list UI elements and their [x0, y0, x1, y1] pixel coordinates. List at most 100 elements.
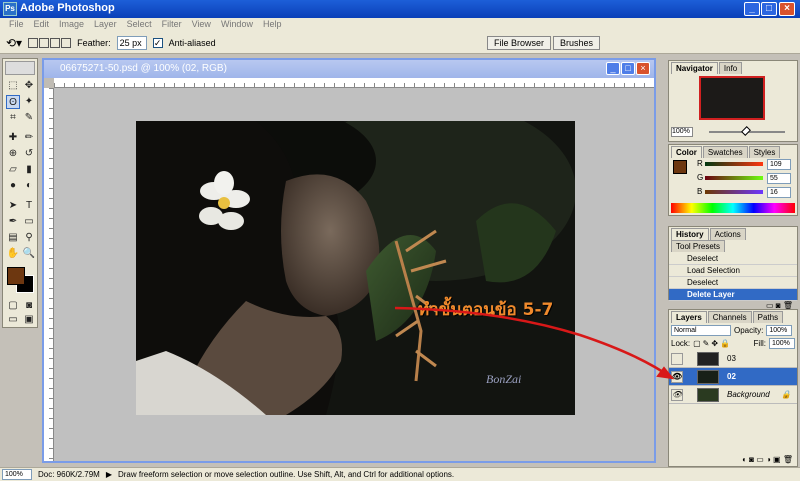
- tab-tool-presets[interactable]: Tool Presets: [671, 240, 726, 252]
- healing-brush-icon[interactable]: ✚: [6, 131, 20, 145]
- history-item[interactable]: Deselect: [669, 277, 797, 289]
- menu-select[interactable]: Select: [122, 18, 157, 32]
- green-value[interactable]: 55: [767, 173, 791, 184]
- eye-icon[interactable]: 👁: [671, 371, 683, 383]
- navigator-preview[interactable]: [699, 76, 765, 120]
- doc-maximize-button[interactable]: □: [621, 62, 635, 75]
- tab-swatches[interactable]: Swatches: [702, 146, 748, 158]
- status-doc-size[interactable]: Doc: 960K/2.79M: [38, 470, 100, 479]
- feather-input[interactable]: 25 px: [116, 35, 147, 50]
- gradient-tool-icon[interactable]: ▮: [22, 163, 36, 177]
- close-button[interactable]: ×: [779, 2, 795, 16]
- layer-row[interactable]: 03: [669, 350, 797, 368]
- screen-mode-icon[interactable]: ▭: [6, 313, 20, 327]
- jump-to-imageready-icon[interactable]: ▣: [22, 313, 36, 327]
- brush-tool-icon[interactable]: ✏: [22, 131, 36, 145]
- selection-mode-icons[interactable]: [28, 37, 72, 48]
- navigator-panel: Navigator Info 100%: [668, 60, 798, 142]
- tab-actions[interactable]: Actions: [709, 228, 746, 240]
- antialias-checkbox[interactable]: ✓: [152, 37, 163, 48]
- move-tool-icon[interactable]: ✥: [22, 79, 36, 93]
- dodge-tool-icon[interactable]: ◐: [22, 179, 36, 193]
- tab-color[interactable]: Color: [671, 146, 702, 158]
- tab-layers[interactable]: Layers: [671, 311, 707, 323]
- history-brush-icon[interactable]: ↺: [22, 147, 36, 161]
- blue-slider[interactable]: [705, 190, 763, 194]
- navigator-slider-thumb[interactable]: [741, 126, 751, 136]
- lock-icon: 🔒: [781, 390, 791, 399]
- layer-row[interactable]: 👁 Background 🔒: [669, 386, 797, 404]
- hand-tool-icon[interactable]: ✋: [6, 247, 20, 261]
- foreground-color-swatch[interactable]: [7, 267, 25, 285]
- eyedropper-tool-icon[interactable]: ⚲: [22, 231, 36, 245]
- document-title: 06675271-50.psd @ 100% (02, RGB): [60, 63, 227, 74]
- quick-mask-icon[interactable]: ◙: [22, 299, 36, 313]
- magic-wand-tool-icon[interactable]: ✦: [22, 95, 36, 109]
- menu-edit[interactable]: Edit: [29, 18, 55, 32]
- tab-info[interactable]: Info: [718, 62, 743, 74]
- clone-stamp-icon[interactable]: ⊕: [6, 147, 20, 161]
- toolbox: ⬚ ✥ ʘ ✦ ⌗ ✎ ✚ ✏ ⊕ ↺ ▱ ▮ ● ◐ ➤ T ✒ ▭ ▤ ⚲ …: [2, 58, 38, 328]
- shape-tool-icon[interactable]: ▭: [22, 215, 36, 229]
- eraser-tool-icon[interactable]: ▱: [6, 163, 20, 177]
- color-fg-swatch[interactable]: [673, 160, 687, 174]
- type-tool-icon[interactable]: T: [22, 199, 36, 213]
- history-item[interactable]: Deselect: [669, 253, 797, 265]
- brushes-tab[interactable]: Brushes: [552, 35, 600, 50]
- pen-tool-icon[interactable]: ✒: [6, 215, 20, 229]
- watermark-text: BonZai: [486, 372, 521, 386]
- minimize-button[interactable]: _: [744, 2, 760, 16]
- lasso-tool-preset-icon[interactable]: ⟲▾: [6, 36, 22, 50]
- tab-navigator[interactable]: Navigator: [671, 62, 718, 74]
- horizontal-ruler[interactable]: [54, 78, 654, 88]
- lasso-tool-icon[interactable]: ʘ: [6, 95, 20, 109]
- zoom-tool-icon[interactable]: 🔍: [22, 247, 36, 261]
- layer-visibility-toggle[interactable]: [671, 353, 683, 365]
- fill-input[interactable]: 100%: [769, 338, 795, 349]
- eye-icon[interactable]: 👁: [671, 389, 683, 401]
- red-slider[interactable]: [705, 162, 763, 166]
- layers-footer-icons[interactable]: ◐ ◙ ▭ ◑ ▣ 🗑: [669, 455, 797, 464]
- color-ramp[interactable]: [671, 203, 795, 213]
- green-slider[interactable]: [705, 176, 763, 180]
- history-item-selected[interactable]: Delete Layer: [669, 289, 797, 301]
- layer-row-selected[interactable]: 👁 02: [669, 368, 797, 386]
- history-item[interactable]: Load Selection: [669, 265, 797, 277]
- menu-image[interactable]: Image: [54, 18, 89, 32]
- menu-help[interactable]: Help: [258, 18, 287, 32]
- menu-file[interactable]: File: [4, 18, 29, 32]
- menu-view[interactable]: View: [187, 18, 216, 32]
- blend-mode-select[interactable]: Normal: [671, 325, 731, 336]
- doc-close-button[interactable]: ×: [636, 62, 650, 75]
- tab-paths[interactable]: Paths: [752, 311, 784, 323]
- file-browser-tab[interactable]: File Browser: [486, 35, 551, 50]
- antialias-label: Anti-aliased: [168, 37, 216, 48]
- crop-tool-icon[interactable]: ⌗: [6, 111, 20, 125]
- navigator-zoom-field[interactable]: 100%: [671, 127, 693, 137]
- slice-tool-icon[interactable]: ✎: [22, 111, 36, 125]
- vertical-ruler[interactable]: [44, 88, 54, 461]
- tab-channels[interactable]: Channels: [707, 311, 752, 323]
- document-title-bar[interactable]: 06675271-50.psd @ 100% (02, RGB) _ □ ×: [44, 60, 654, 78]
- menu-window[interactable]: Window: [216, 18, 258, 32]
- menu-filter[interactable]: Filter: [157, 18, 187, 32]
- feather-label: Feather:: [77, 37, 111, 48]
- menu-layer[interactable]: Layer: [89, 18, 122, 32]
- maximize-button[interactable]: □: [761, 2, 777, 16]
- doc-minimize-button[interactable]: _: [606, 62, 620, 75]
- marquee-tool-icon[interactable]: ⬚: [6, 79, 20, 93]
- lock-icons[interactable]: ▢✎✥🔒: [693, 339, 732, 348]
- standard-mode-icon[interactable]: ▢: [6, 299, 20, 313]
- tab-history[interactable]: History: [671, 228, 709, 240]
- blue-value[interactable]: 16: [767, 187, 791, 198]
- opacity-input[interactable]: 100%: [766, 325, 793, 336]
- tab-styles[interactable]: Styles: [748, 146, 781, 158]
- photo-canvas[interactable]: BonZai: [136, 121, 575, 415]
- blur-tool-icon[interactable]: ●: [6, 179, 20, 193]
- red-value[interactable]: 109: [767, 159, 791, 170]
- notes-tool-icon[interactable]: ▤: [6, 231, 20, 245]
- adobe-online-eye-icon[interactable]: [5, 61, 35, 75]
- status-zoom[interactable]: 100%: [2, 469, 32, 480]
- status-arrow-icon[interactable]: ▶: [106, 470, 112, 479]
- path-selection-icon[interactable]: ➤: [6, 199, 20, 213]
